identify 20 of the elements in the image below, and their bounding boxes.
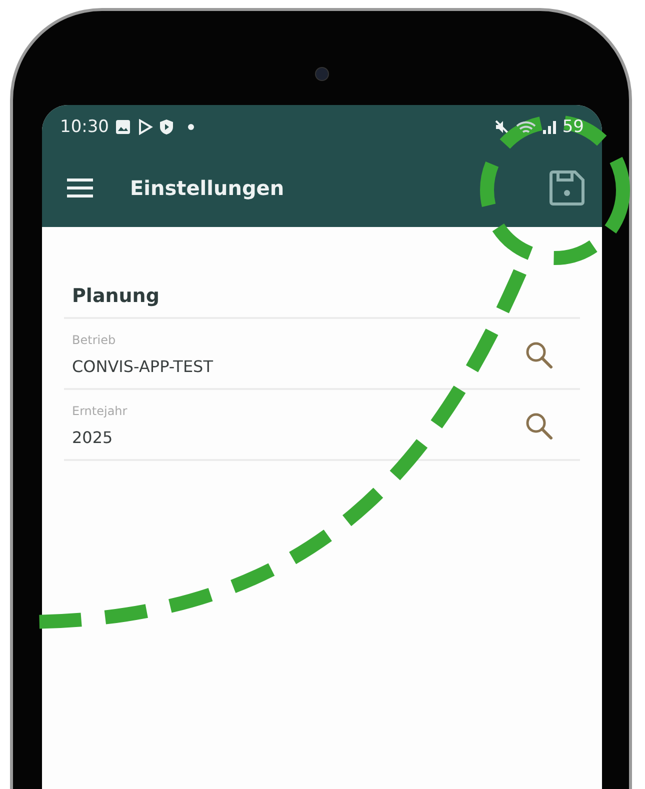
search-icon[interactable]: [524, 340, 554, 370]
battery-level: 59: [562, 117, 584, 137]
screen-title: Einstellungen: [130, 176, 286, 200]
field-label: Erntejahr: [72, 404, 128, 418]
mute-icon: [494, 119, 510, 135]
shield-icon: [159, 119, 174, 135]
play-icon: [137, 119, 153, 135]
field-value[interactable]: CONVIS-APP-TEST: [72, 357, 524, 376]
clock: 10:30: [60, 117, 109, 137]
dot-icon: [188, 124, 194, 130]
field-label: Betrieb: [72, 333, 117, 347]
section-heading: Planung: [64, 273, 580, 319]
camera-icon: [315, 67, 329, 81]
menu-icon[interactable]: [66, 178, 94, 198]
wifi-icon: [516, 121, 536, 133]
image-icon: [115, 119, 131, 135]
save-icon[interactable]: [548, 169, 586, 207]
signal-icon: [542, 119, 556, 135]
field-value[interactable]: 2025: [72, 428, 524, 447]
search-icon[interactable]: [524, 410, 554, 440]
